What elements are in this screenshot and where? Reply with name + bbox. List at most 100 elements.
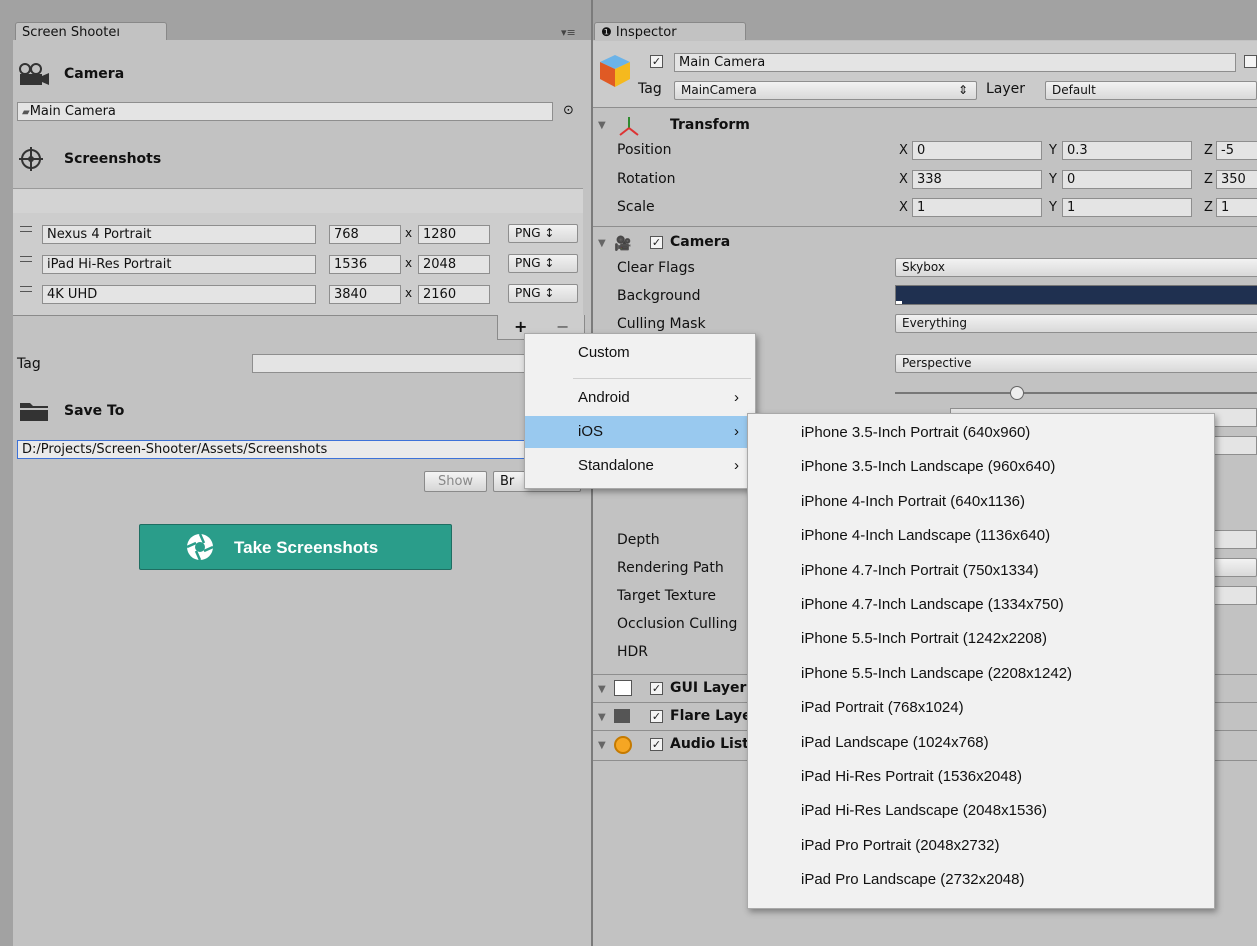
menu-item-ios[interactable]: iOS › xyxy=(525,416,755,448)
y-axis-label[interactable]: Y xyxy=(1049,143,1057,158)
folder-icon xyxy=(19,400,49,426)
x-separator: x xyxy=(405,286,413,300)
submenu-item[interactable]: iPhone 3.5-Inch Landscape (960x640) xyxy=(748,450,1214,484)
tag-label: Tag xyxy=(17,356,41,372)
depth-field[interactable] xyxy=(1210,530,1257,549)
object-name-input[interactable]: Main Camera xyxy=(674,53,1236,72)
take-screenshots-label: Take Screenshots xyxy=(234,538,379,557)
resolution-name-field[interactable]: iPad Hi-Res Portrait xyxy=(42,255,316,274)
transform-title: Transform xyxy=(670,117,750,133)
format-dropdown[interactable]: PNG ↕ xyxy=(508,254,578,273)
layer-dropdown[interactable]: Default xyxy=(1045,81,1257,100)
resolution-width-field[interactable]: 768 xyxy=(329,225,401,244)
x-separator: x xyxy=(405,256,413,270)
resolution-width-field[interactable]: 1536 xyxy=(329,255,401,274)
submenu-item[interactable]: iPad Hi-Res Portrait (1536x2048) xyxy=(748,760,1214,794)
submenu-item[interactable]: iPhone 3.5-Inch Portrait (640x960) xyxy=(748,416,1214,450)
submenu-item[interactable]: iPhone 4-Inch Landscape (1136x640) xyxy=(748,519,1214,553)
foldout-arrow-icon[interactable]: ▼ xyxy=(598,120,606,131)
depth-label: Depth xyxy=(617,532,660,548)
target-texture-field[interactable] xyxy=(1210,586,1257,605)
y-axis-label[interactable]: Y xyxy=(1049,200,1057,215)
foldout-arrow-icon[interactable]: ▼ xyxy=(598,238,606,249)
submenu-item[interactable]: iPhone 4.7-Inch Portrait (750x1334) xyxy=(748,554,1214,588)
culling-mask-label: Culling Mask xyxy=(617,316,706,332)
submenu-item[interactable]: iPad Portrait (768x1024) xyxy=(748,691,1214,725)
resolution-height-field[interactable]: 2048 xyxy=(418,255,490,274)
static-checkbox[interactable] xyxy=(1244,55,1257,68)
resolution-name-field[interactable]: Nexus 4 Portrait xyxy=(42,225,316,244)
object-picker-icon[interactable]: ⊙ xyxy=(563,103,574,118)
foldout-arrow-icon[interactable]: ▼ xyxy=(598,684,606,695)
resolution-height-field[interactable]: 2160 xyxy=(418,285,490,304)
scale-z-field[interactable]: 1 xyxy=(1216,198,1257,217)
flare-layer-checkbox[interactable]: ✓ xyxy=(650,710,663,723)
rendering-path-dropdown[interactable] xyxy=(1210,558,1257,577)
format-dropdown[interactable]: PNG ↕ xyxy=(508,284,578,303)
menu-item-android[interactable]: Android › xyxy=(525,382,755,414)
z-axis-label[interactable]: Z xyxy=(1204,200,1213,215)
submenu-item[interactable]: iPad Pro Landscape (2732x2048) xyxy=(748,863,1214,897)
foldout-arrow-icon[interactable]: ▼ xyxy=(598,712,606,723)
scale-x-field[interactable]: 1 xyxy=(912,198,1042,217)
tag-label: Tag xyxy=(638,81,662,97)
format-dropdown[interactable]: PNG ↕ xyxy=(508,224,578,243)
resolution-name-field[interactable]: 4K UHD xyxy=(42,285,316,304)
position-z-field[interactable]: -5 xyxy=(1216,141,1257,160)
drag-handle-icon[interactable] xyxy=(20,226,32,232)
clipping-far-field[interactable] xyxy=(1210,436,1257,455)
submenu-item[interactable]: iPhone 4-Inch Portrait (640x1136) xyxy=(748,485,1214,519)
gameobject-cube-icon xyxy=(597,52,633,94)
tab-screen-shooter[interactable]: Screen Shooteı xyxy=(15,22,167,41)
save-path-input[interactable]: D:/Projects/Screen-Shooter/Assets/Screen… xyxy=(17,440,537,459)
x-axis-label[interactable]: X xyxy=(899,200,908,215)
x-axis-label[interactable]: X xyxy=(899,143,908,158)
show-button[interactable]: Show xyxy=(424,471,487,492)
z-axis-label[interactable]: Z xyxy=(1204,143,1213,158)
panel-menu-icon[interactable]: ▾≡ xyxy=(561,26,576,39)
submenu-item[interactable]: iPad Landscape (1024x768) xyxy=(748,726,1214,760)
flare-layer-icon xyxy=(614,709,630,723)
submenu-item[interactable]: iPad Hi-Res Landscape (2048x1536) xyxy=(748,794,1214,828)
fov-slider-thumb[interactable] xyxy=(1010,386,1024,400)
position-x-field[interactable]: 0 xyxy=(912,141,1042,160)
background-color-swatch[interactable] xyxy=(895,285,1257,305)
drag-handle-icon[interactable] xyxy=(20,256,32,262)
scale-y-field[interactable]: 1 xyxy=(1062,198,1192,217)
tab-inspector[interactable]: ❶ Inspector xyxy=(594,22,746,41)
active-checkbox[interactable]: ✓ xyxy=(650,55,663,68)
clear-flags-dropdown[interactable]: Skybox xyxy=(895,258,1257,277)
fov-slider-track[interactable] xyxy=(895,392,1257,394)
position-y-field[interactable]: 0.3 xyxy=(1062,141,1192,160)
screenshots-section-title: Screenshots xyxy=(64,151,162,167)
submenu-item[interactable]: iPhone 5.5-Inch Landscape (2208x1242) xyxy=(748,657,1214,691)
submenu-item[interactable]: iPhone 4.7-Inch Landscape (1334x750) xyxy=(748,588,1214,622)
x-axis-label[interactable]: X xyxy=(899,172,908,187)
z-axis-label[interactable]: Z xyxy=(1204,172,1213,187)
culling-mask-dropdown[interactable]: Everything xyxy=(895,314,1257,333)
menu-item-standalone[interactable]: Standalone › xyxy=(525,450,755,482)
preset-menu: Custom Android › iOS › Standalone › xyxy=(524,333,756,489)
projection-dropdown[interactable]: Perspective xyxy=(895,354,1257,373)
take-screenshots-button[interactable]: Take Screenshots xyxy=(139,524,452,570)
camera-enabled-checkbox[interactable]: ✓ xyxy=(650,236,663,249)
foldout-arrow-icon[interactable]: ▼ xyxy=(598,740,606,751)
audio-listener-title: Audio Listener xyxy=(670,736,750,752)
rotation-x-field[interactable]: 338 xyxy=(912,170,1042,189)
rotation-y-field[interactable]: 0 xyxy=(1062,170,1192,189)
tag-input[interactable] xyxy=(252,354,532,373)
gui-layer-title: GUI Layer xyxy=(670,680,747,696)
y-axis-label[interactable]: Y xyxy=(1049,172,1057,187)
resolution-height-field[interactable]: 1280 xyxy=(418,225,490,244)
menu-item-custom[interactable]: Custom xyxy=(525,337,755,369)
submenu-item[interactable]: iPhone 5.5-Inch Portrait (1242x2208) xyxy=(748,622,1214,656)
camera-section-icon xyxy=(17,62,51,90)
drag-handle-icon[interactable] xyxy=(20,286,32,292)
resolution-width-field[interactable]: 3840 xyxy=(329,285,401,304)
gui-layer-checkbox[interactable]: ✓ xyxy=(650,682,663,695)
audio-listener-checkbox[interactable]: ✓ xyxy=(650,738,663,751)
submenu-item[interactable]: iPad Pro Portrait (2048x2732) xyxy=(748,829,1214,863)
tag-dropdown[interactable]: MainCamera ⇕ xyxy=(674,81,977,100)
rotation-z-field[interactable]: 350 xyxy=(1216,170,1257,189)
camera-field[interactable]: ▰Main Camera xyxy=(17,102,553,121)
